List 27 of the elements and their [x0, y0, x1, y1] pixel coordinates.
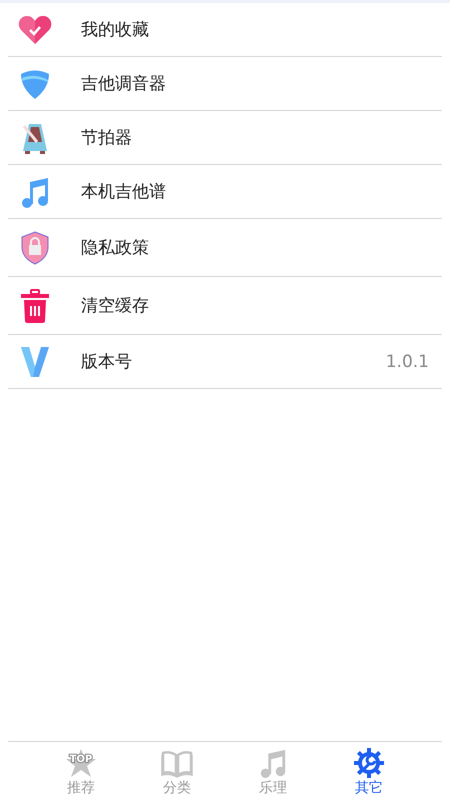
menu-item[interactable]: 节拍器: [8, 111, 442, 165]
menu-label: 我的收藏: [81, 19, 150, 41]
gear-wrench-icon: [354, 748, 384, 778]
menu-label: 隐私政策: [81, 237, 150, 259]
menu-label: 清空缓存: [81, 295, 150, 317]
trash-icon: [21, 288, 49, 322]
top-label: TOP: [70, 754, 92, 765]
letter-v-icon: [21, 346, 49, 376]
menu-item[interactable]: 吉他调音器: [8, 57, 442, 111]
version-number: 1.0.1: [386, 352, 429, 372]
menu-label: 版本号: [81, 351, 133, 373]
music-note-icon: [258, 748, 288, 778]
menu-label: 本机吉他谱: [81, 181, 167, 203]
menu-label: 吉他调音器: [81, 73, 167, 95]
guitar-pick-icon: [19, 68, 51, 100]
shield-lock-icon: [21, 230, 49, 264]
menu-label: 节拍器: [81, 127, 133, 149]
menu-item[interactable]: 我的收藏: [8, 3, 442, 57]
menu-item[interactable]: 本机吉他谱: [8, 165, 442, 219]
menu-item[interactable]: 隐私政策: [8, 219, 442, 277]
music-note-icon: [20, 176, 50, 208]
menu-item[interactable]: 版本号 1.0.1: [8, 335, 442, 389]
tab[interactable]: 其它: [334, 742, 404, 797]
heart-icon: [18, 14, 52, 46]
book-icon: [161, 748, 193, 778]
menu-item[interactable]: 清空缓存: [8, 277, 442, 335]
metronome-icon: [20, 122, 50, 154]
